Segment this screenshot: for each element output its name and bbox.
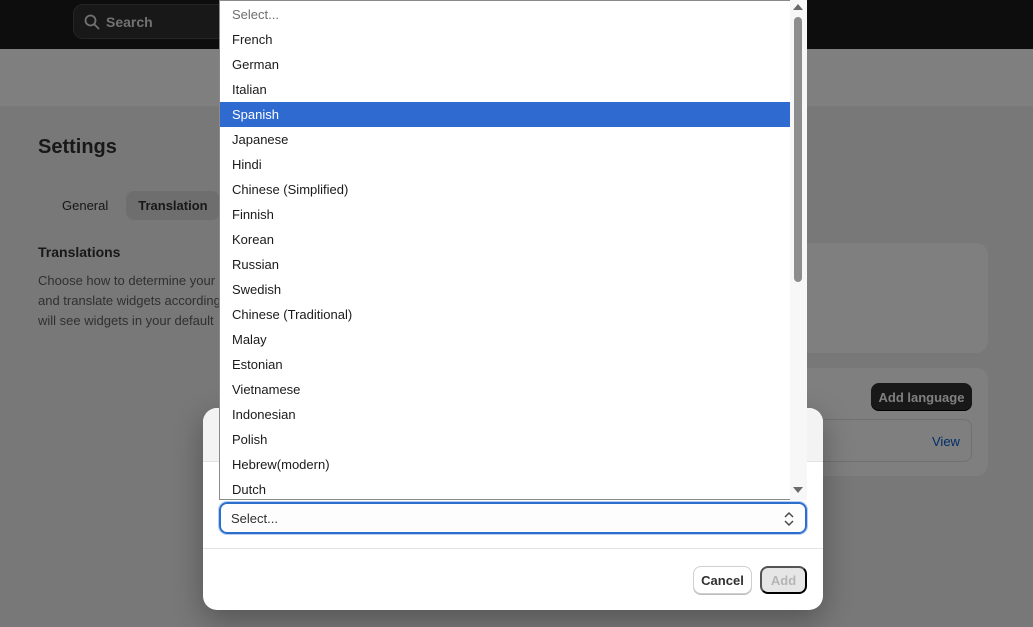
- dropdown-option[interactable]: Russian: [220, 252, 791, 277]
- dropdown-option[interactable]: French: [220, 27, 791, 52]
- dropdown-option[interactable]: German: [220, 52, 791, 77]
- dropdown-option[interactable]: Indonesian: [220, 402, 791, 427]
- scroll-up-arrow-icon[interactable]: [793, 4, 803, 10]
- dropdown-option[interactable]: Swedish: [220, 277, 791, 302]
- dropdown-option[interactable]: Vietnamese: [220, 377, 791, 402]
- dropdown-option-placeholder[interactable]: Select...: [220, 2, 791, 27]
- cancel-button[interactable]: Cancel: [693, 566, 752, 594]
- language-select-value: Select...: [231, 510, 278, 526]
- scroll-down-arrow-icon[interactable]: [793, 487, 803, 493]
- chevron-up-down-icon: [784, 511, 794, 527]
- dropdown-option[interactable]: Hindi: [220, 152, 791, 177]
- dropdown-option[interactable]: Chinese (Simplified): [220, 177, 791, 202]
- dropdown-option[interactable]: Polish: [220, 427, 791, 452]
- dropdown-option[interactable]: Finnish: [220, 202, 791, 227]
- dropdown-option[interactable]: Estonian: [220, 352, 791, 377]
- language-select[interactable]: Select...: [218, 501, 808, 535]
- dropdown-option[interactable]: Dutch: [220, 477, 791, 499]
- dropdown-option[interactable]: Italian: [220, 77, 791, 102]
- dropdown-option[interactable]: Japanese: [220, 127, 791, 152]
- dropdown-scroll-thumb[interactable]: [794, 17, 802, 282]
- add-button[interactable]: Add: [760, 566, 807, 594]
- dropdown-option[interactable]: Hebrew(modern): [220, 452, 791, 477]
- dropdown-option-selected[interactable]: Spanish: [220, 102, 791, 127]
- dropdown-option[interactable]: Chinese (Traditional): [220, 302, 791, 327]
- dropdown-option[interactable]: Korean: [220, 227, 791, 252]
- dropdown-option[interactable]: Malay: [220, 327, 791, 352]
- language-dropdown-list: Select... French German Italian Spanish …: [219, 0, 807, 500]
